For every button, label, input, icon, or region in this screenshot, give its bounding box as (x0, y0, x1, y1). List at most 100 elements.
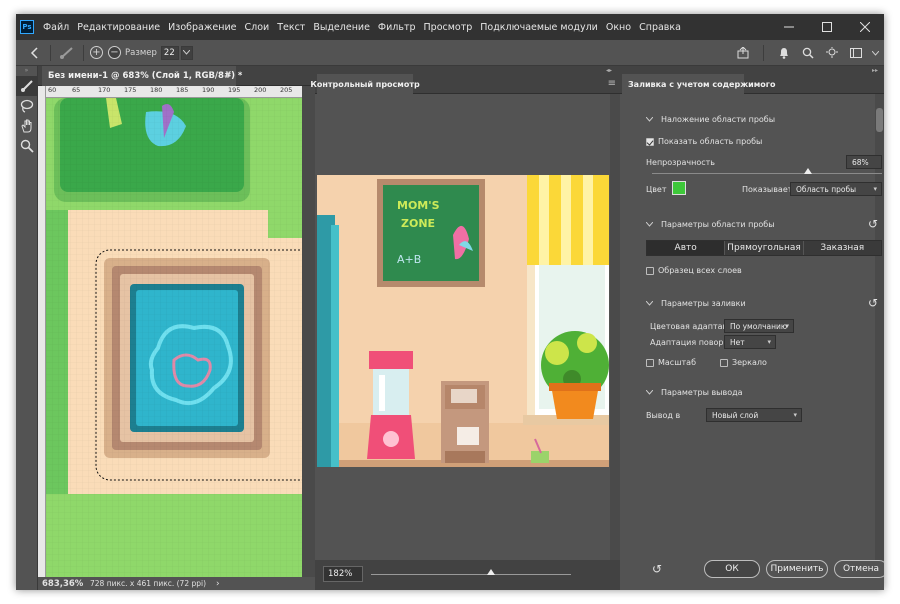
sampling-mode-auto[interactable]: Авто (647, 241, 726, 255)
section-fill-settings[interactable]: Параметры заливки (646, 299, 746, 308)
add-to-sample-icon[interactable]: + (90, 46, 103, 59)
close-button[interactable] (846, 14, 884, 40)
sampling-mode-custom[interactable]: Заказная (804, 241, 881, 255)
chevron-down-icon (183, 50, 191, 55)
preview-zoom-slider-thumb[interactable] (487, 569, 495, 575)
document-canvas[interactable] (46, 98, 302, 577)
output-to-label: Вывод в (646, 411, 681, 420)
menu-plugins[interactable]: Подключаемые модули (476, 22, 602, 33)
preview-image[interactable]: MOM'S ZONE A+B (317, 175, 609, 467)
sample-all-layers-checkbox[interactable]: Образец всех слоев (646, 266, 742, 275)
menu-help[interactable]: Справка (635, 22, 685, 33)
menu-view[interactable]: Просмотр (420, 22, 477, 33)
show-sample-area-checkbox[interactable]: Показать область пробы (646, 137, 762, 146)
sampling-mode-rectangular[interactable]: Прямоугольная (725, 241, 804, 255)
sampling-mode-segmented-control: Авто Прямоугольная Заказная (646, 240, 882, 256)
section-sampling-options[interactable]: Параметры области пробы (646, 220, 775, 229)
discover-lightbulb-icon[interactable] (822, 43, 842, 63)
fill-panel-footer: ↺ ОК Применить Отмена (620, 560, 884, 590)
opacity-input[interactable]: 68% (846, 155, 882, 169)
workspace-chevron-icon[interactable] (870, 43, 880, 63)
document-tab-title: Без имени-1 @ 683% (Слой 1, RGB/8#) * (48, 71, 243, 81)
ruler-tick: 65 (72, 86, 81, 94)
photoshop-window: Ps Файл Редактирование Изображение Слои … (16, 14, 884, 590)
brush-tool-icon[interactable] (57, 43, 77, 63)
color-adaptation-value: По умолчанию (730, 321, 788, 331)
window-controls (770, 14, 884, 40)
menu-window[interactable]: Окно (602, 22, 635, 33)
panel-menu-icon[interactable]: ≡ (608, 78, 616, 89)
menu-filter[interactable]: Фильтр (374, 22, 420, 33)
workspace-icon[interactable] (846, 43, 866, 63)
reset-fill-settings-icon[interactable]: ↺ (868, 296, 878, 310)
size-label: Размер (125, 47, 157, 58)
opacity-slider[interactable] (652, 168, 882, 174)
preview-zoom-slider[interactable] (371, 569, 571, 575)
board-text-line-3: A+B (397, 253, 421, 266)
status-arrow-icon[interactable]: › (216, 579, 220, 589)
fill-panel-tab[interactable]: Заливка с учетом содержимого (622, 74, 775, 94)
maximize-button[interactable] (808, 14, 846, 40)
menu-image[interactable]: Изображение (164, 22, 240, 33)
mirror-checkbox[interactable]: Зеркало (720, 358, 767, 367)
reset-sampling-icon[interactable]: ↺ (868, 217, 878, 231)
menu-edit[interactable]: Редактирование (73, 22, 164, 33)
checkbox-checked-icon (646, 137, 654, 146)
color-adaptation-dropdown[interactable]: По умолчанию ▾ (724, 319, 794, 333)
preview-vertical-scrollbar[interactable] (610, 94, 620, 560)
size-input[interactable]: 22 (160, 45, 179, 60)
back-chevron-icon[interactable] (24, 43, 44, 63)
preview-tab[interactable]: Контрольный просмотр (310, 74, 420, 94)
search-icon[interactable] (798, 43, 818, 63)
section-sample-overlay[interactable]: Наложение области пробы (646, 115, 775, 124)
hand-tool-icon[interactable] (16, 116, 38, 136)
rotation-adaptation-dropdown[interactable]: Нет ▾ (724, 335, 776, 349)
opacity-slider-thumb[interactable] (804, 168, 813, 174)
lasso-tool-icon[interactable] (16, 96, 38, 116)
shows-label: Показывает (742, 185, 793, 194)
chevron-down-icon: ▾ (793, 411, 797, 419)
menu-select[interactable]: Выделение (309, 22, 374, 33)
chevron-down-icon (646, 390, 653, 395)
close-tab-icon[interactable]: ✕ (224, 70, 232, 80)
color-swatch[interactable] (672, 181, 686, 195)
menu-bar: Ps Файл Редактирование Изображение Слои … (16, 14, 884, 40)
ruler-tick: 170 (98, 86, 111, 94)
horizontal-ruler: 60 65 170 175 180 185 190 195 200 205 (46, 86, 302, 98)
chevron-down-icon: ▾ (785, 322, 789, 330)
content-aware-fill-panel: Наложение области пробы Показать область… (620, 94, 884, 560)
apply-button[interactable]: Применить (766, 560, 828, 578)
menu-file[interactable]: Файл (39, 22, 73, 33)
notifications-bell-icon[interactable] (774, 43, 794, 63)
ruler-tick: 205 (280, 86, 293, 94)
ruler-tick: 190 (202, 86, 215, 94)
menu-layers[interactable]: Слои (240, 22, 273, 33)
canvas-artwork (46, 98, 302, 577)
preview-zoom-field[interactable]: 182% (323, 566, 363, 582)
section-output-settings[interactable]: Параметры вывода (646, 388, 743, 397)
zoom-tool-icon[interactable] (16, 136, 38, 156)
board-text-line-1: MOM'S (397, 199, 440, 212)
preview-artwork: MOM'S ZONE A+B (317, 175, 609, 467)
size-dropdown-toggle[interactable] (180, 45, 193, 60)
document-vertical-scrollbar[interactable] (302, 86, 315, 577)
document-zoom-level[interactable]: 683,36% (38, 579, 83, 589)
minimize-button[interactable] (770, 14, 808, 40)
ok-button[interactable]: ОК (704, 560, 760, 578)
subtract-from-sample-icon[interactable]: − (108, 46, 121, 59)
ruler-tick: 175 (124, 86, 137, 94)
panel-scrollbar-thumb[interactable] (876, 108, 883, 132)
section-title: Наложение области пробы (661, 115, 776, 124)
shows-dropdown[interactable]: Область пробы ▾ (790, 182, 882, 196)
menu-type[interactable]: Текст (273, 22, 309, 33)
output-to-dropdown[interactable]: Новый слой ▾ (706, 408, 802, 422)
share-icon[interactable] (733, 43, 753, 63)
remove-brush-tool-icon[interactable] (16, 76, 38, 96)
scale-checkbox[interactable]: Масштаб (646, 358, 696, 367)
toolbar-collapse-icon[interactable]: » (16, 66, 37, 76)
chevron-down-icon: ▾ (767, 338, 771, 346)
section-title: Параметры заливки (661, 299, 746, 308)
cancel-button[interactable]: Отмена (834, 560, 884, 578)
reset-all-icon[interactable]: ↺ (652, 562, 662, 576)
document-tab[interactable]: Без имени-1 @ 683% (Слой 1, RGB/8#) * ✕ (42, 66, 242, 86)
